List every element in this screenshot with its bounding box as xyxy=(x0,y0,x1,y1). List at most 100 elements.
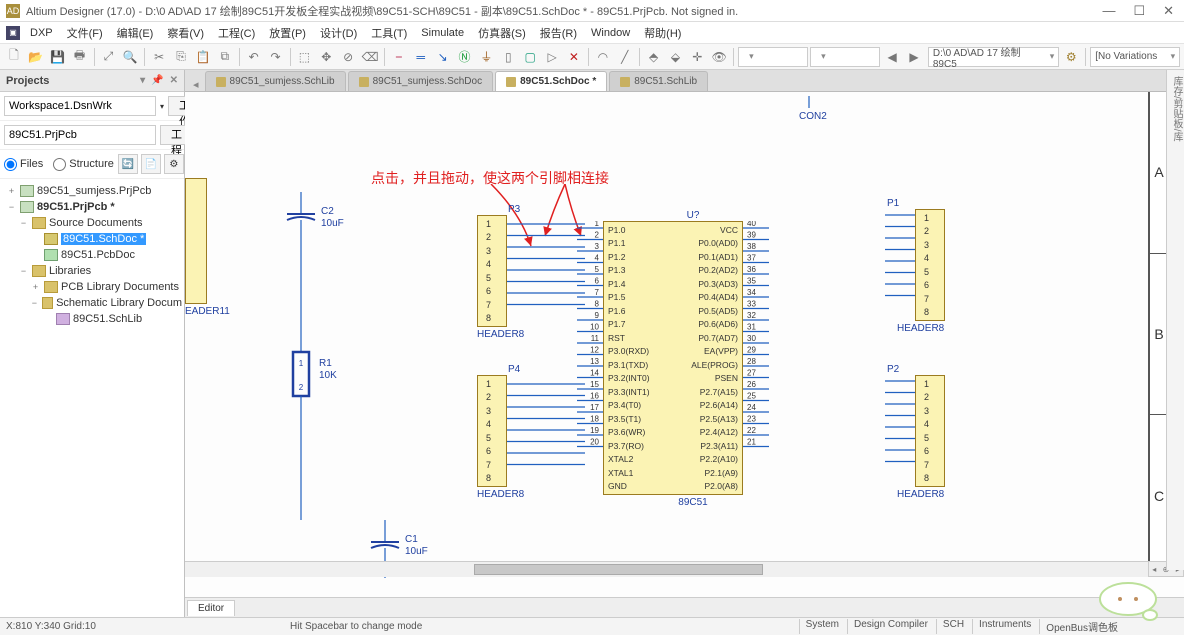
undo-icon[interactable]: ↶ xyxy=(244,47,264,67)
document-tab[interactable]: 89C51_sumjess.SchDoc xyxy=(348,71,494,91)
panel-pin-icon[interactable]: 📌 xyxy=(151,75,163,86)
status-panel-button[interactable]: SCH xyxy=(936,619,970,634)
wire-icon[interactable]: ⎯ xyxy=(389,47,409,67)
print-icon[interactable]: 🖶 xyxy=(70,47,90,67)
menu-item[interactable]: 帮助(H) xyxy=(638,23,687,43)
options-icon[interactable]: ⚙ xyxy=(1061,47,1081,67)
cut-icon[interactable]: ✂ xyxy=(149,47,169,67)
tree-node[interactable]: +89C51_sumjess.PrjPcb xyxy=(2,183,182,199)
sheet-symbol-icon[interactable]: ▢ xyxy=(520,47,540,67)
nav-up-icon[interactable]: ⬘ xyxy=(644,47,664,67)
redo-icon[interactable]: ↷ xyxy=(266,47,286,67)
filter-combo[interactable] xyxy=(738,47,808,67)
schematic-canvas[interactable]: A B C CON2 EADER11 xyxy=(185,92,1184,597)
menu-item[interactable]: Simulate xyxy=(415,25,470,41)
comp-header11[interactable]: EADER11 xyxy=(185,178,230,317)
status-panel-button[interactable]: Design Compiler xyxy=(847,619,934,634)
port-icon[interactable]: ▷ xyxy=(542,47,562,67)
comp-p2[interactable]: P2 12345678 HEADER8 xyxy=(885,364,945,500)
power-port-icon[interactable]: ⏚ xyxy=(477,47,497,67)
svg-text:39: 39 xyxy=(747,231,756,240)
tree-node[interactable]: 89C51.SchDoc * xyxy=(2,231,182,247)
menu-item[interactable]: Window xyxy=(585,25,636,41)
mask-combo[interactable] xyxy=(810,47,880,67)
close-button[interactable]: ✕ xyxy=(1163,3,1174,19)
nav-down-icon[interactable]: ⬙ xyxy=(666,47,686,67)
browse-icon[interactable]: 👁 xyxy=(709,47,729,67)
comp-p3[interactable]: P3 12345678 HEADER8 xyxy=(477,204,524,340)
comp-u-89c51[interactable]: U? 1234567891011121314151617181920 P1.0V… xyxy=(577,210,783,508)
document-tab[interactable]: 89C51.SchLib xyxy=(609,71,708,91)
panel-close-icon[interactable]: ✕ xyxy=(170,75,178,86)
comp-p1[interactable]: P1 12345678 HEADER8 xyxy=(885,198,945,334)
structure-radio[interactable]: Structure xyxy=(53,158,114,171)
tabs-scroll-left-icon[interactable]: ◂ xyxy=(189,78,203,91)
menu-dxp[interactable]: DXP xyxy=(24,25,59,41)
menu-item[interactable]: 仿真器(S) xyxy=(472,23,532,43)
bus-icon[interactable]: ═ xyxy=(411,47,431,67)
workspace-combo[interactable] xyxy=(4,96,156,116)
tree-node[interactable]: +PCB Library Documents xyxy=(2,279,182,295)
refresh-icon[interactable]: 🔄 xyxy=(118,154,138,174)
document-tab[interactable]: 89C51.SchDoc * xyxy=(495,71,607,91)
main-toolbar: 🗋 📂 💾 🖶 ⤢ 🔍 ✂ ⎘ 📋 ⧉ ↶ ↷ ⬚ ✥ ⊘ ⌫ ⎯ ═ ↘ Ⓝ … xyxy=(0,44,1184,70)
arc-icon[interactable]: ◠ xyxy=(593,47,613,67)
tree-node[interactable]: −Schematic Library Docum xyxy=(2,295,182,311)
variations-combo[interactable]: [No Variations xyxy=(1090,47,1180,67)
maximize-button[interactable]: ☐ xyxy=(1133,3,1145,19)
move-icon[interactable]: ✥ xyxy=(316,47,336,67)
menu-item[interactable]: 文件(F) xyxy=(61,23,109,43)
svg-text:24: 24 xyxy=(747,403,756,412)
copy-icon[interactable]: ⎘ xyxy=(171,47,191,67)
tree-node[interactable]: 89C51.SchLib xyxy=(2,311,182,327)
files-radio[interactable]: Files xyxy=(4,158,43,171)
cross-probe-icon[interactable]: ✛ xyxy=(687,47,707,67)
menu-item[interactable]: 工具(T) xyxy=(365,23,413,43)
deselect-icon[interactable]: ⊘ xyxy=(338,47,358,67)
duplicate-icon[interactable]: ⧉ xyxy=(215,47,235,67)
document-tab[interactable]: 89C51_sumjess.SchLib xyxy=(205,71,346,91)
bus-entry-icon[interactable]: ↘ xyxy=(433,47,453,67)
part-icon[interactable]: ▯ xyxy=(498,47,518,67)
status-panel-button[interactable]: System xyxy=(799,619,845,634)
menu-item[interactable]: 工程(C) xyxy=(212,23,261,43)
save-icon[interactable]: 💾 xyxy=(48,47,68,67)
line-icon[interactable]: ╱ xyxy=(615,47,635,67)
new-icon[interactable]: 🗋 xyxy=(4,47,24,67)
status-panel-button[interactable]: Instruments xyxy=(972,619,1037,634)
horizontal-scrollbar[interactable] xyxy=(185,561,1148,577)
project-field[interactable] xyxy=(4,125,156,145)
nav-fwd-icon[interactable]: ▶ xyxy=(904,47,924,67)
settings-icon[interactable]: ⚙ xyxy=(164,154,184,174)
menu-item[interactable]: 报告(R) xyxy=(534,23,583,43)
svg-text:8: 8 xyxy=(595,300,600,309)
minimize-button[interactable]: — xyxy=(1102,3,1115,19)
comp-c2[interactable]: C2 10uF xyxy=(281,192,321,253)
menu-item[interactable]: 编辑(E) xyxy=(111,23,160,43)
side-panel-tabs[interactable]: 库存/剪贴板/库 xyxy=(1166,70,1184,570)
editor-tab[interactable]: Editor xyxy=(187,600,235,616)
net-label-icon[interactable]: Ⓝ xyxy=(455,47,475,67)
comp-p4[interactable]: P4 12345678 HEADER8 xyxy=(477,364,524,500)
menu-item[interactable]: 察看(V) xyxy=(161,23,210,43)
tree-node[interactable]: −Source Documents xyxy=(2,215,182,231)
clear-icon[interactable]: ⌫ xyxy=(360,47,380,67)
svg-text:20: 20 xyxy=(590,438,599,447)
zoom-area-icon[interactable]: 🔍 xyxy=(120,47,140,67)
menu-item[interactable]: 设计(D) xyxy=(314,23,363,43)
select-icon[interactable]: ⬚ xyxy=(295,47,315,67)
tree-node[interactable]: −89C51.PrjPcb * xyxy=(2,199,182,215)
path-combo[interactable]: D:\0 AD\AD 17 绘制89C5 xyxy=(928,47,1059,67)
add-icon[interactable]: 📄 xyxy=(141,154,161,174)
menu-item[interactable]: 放置(P) xyxy=(263,23,312,43)
tree-node[interactable]: −Libraries xyxy=(2,263,182,279)
panel-menu-icon[interactable]: ▾ xyxy=(140,75,145,86)
comp-r1[interactable]: 1 2 R1 10K xyxy=(285,340,319,413)
zoom-fit-icon[interactable]: ⤢ xyxy=(99,47,119,67)
no-erc-icon[interactable]: ✕ xyxy=(564,47,584,67)
open-icon[interactable]: 📂 xyxy=(26,47,46,67)
tree-node[interactable]: 89C51.PcbDoc xyxy=(2,247,182,263)
nav-back-icon[interactable]: ◀ xyxy=(882,47,902,67)
paste-icon[interactable]: 📋 xyxy=(193,47,213,67)
project-tree[interactable]: +89C51_sumjess.PrjPcb−89C51.PrjPcb *−Sou… xyxy=(0,179,184,617)
